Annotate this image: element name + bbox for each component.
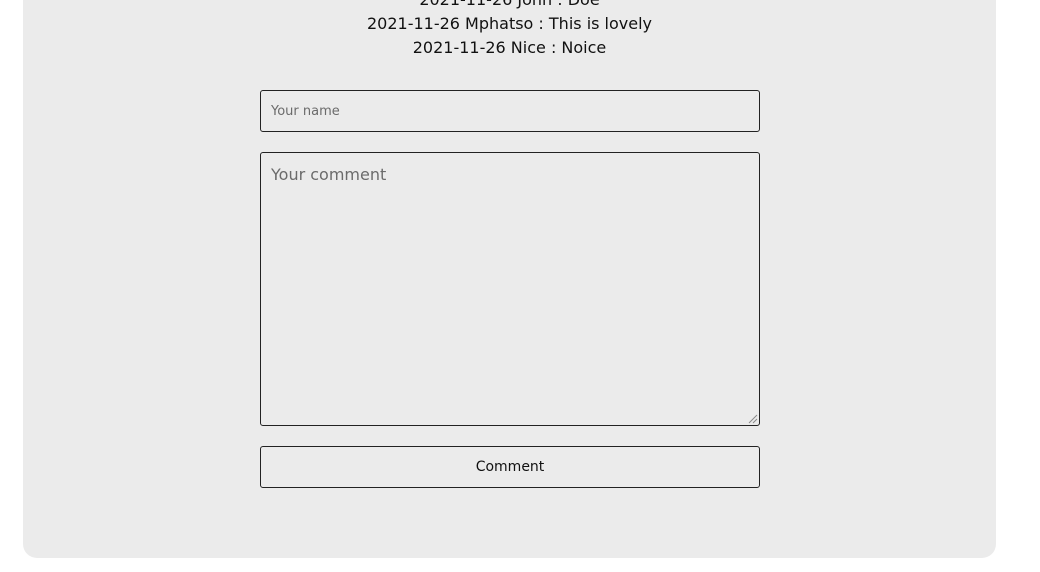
comment-item: 2021-11-26 John : Doe: [0, 0, 1019, 12]
comment-item: 2021-11-26 Nice : Noice: [412, 38, 607, 57]
comment-textarea[interactable]: [260, 152, 760, 426]
comment-submit-button[interactable]: Comment: [260, 446, 760, 488]
comments-list: 2021-11-26 John : Doe 2021-11-26 Mphatso…: [0, 0, 1019, 60]
name-input[interactable]: [260, 90, 760, 132]
resize-grip-icon[interactable]: [746, 412, 758, 424]
comment-item: 2021-11-26 Mphatso : This is lovely: [366, 14, 653, 33]
